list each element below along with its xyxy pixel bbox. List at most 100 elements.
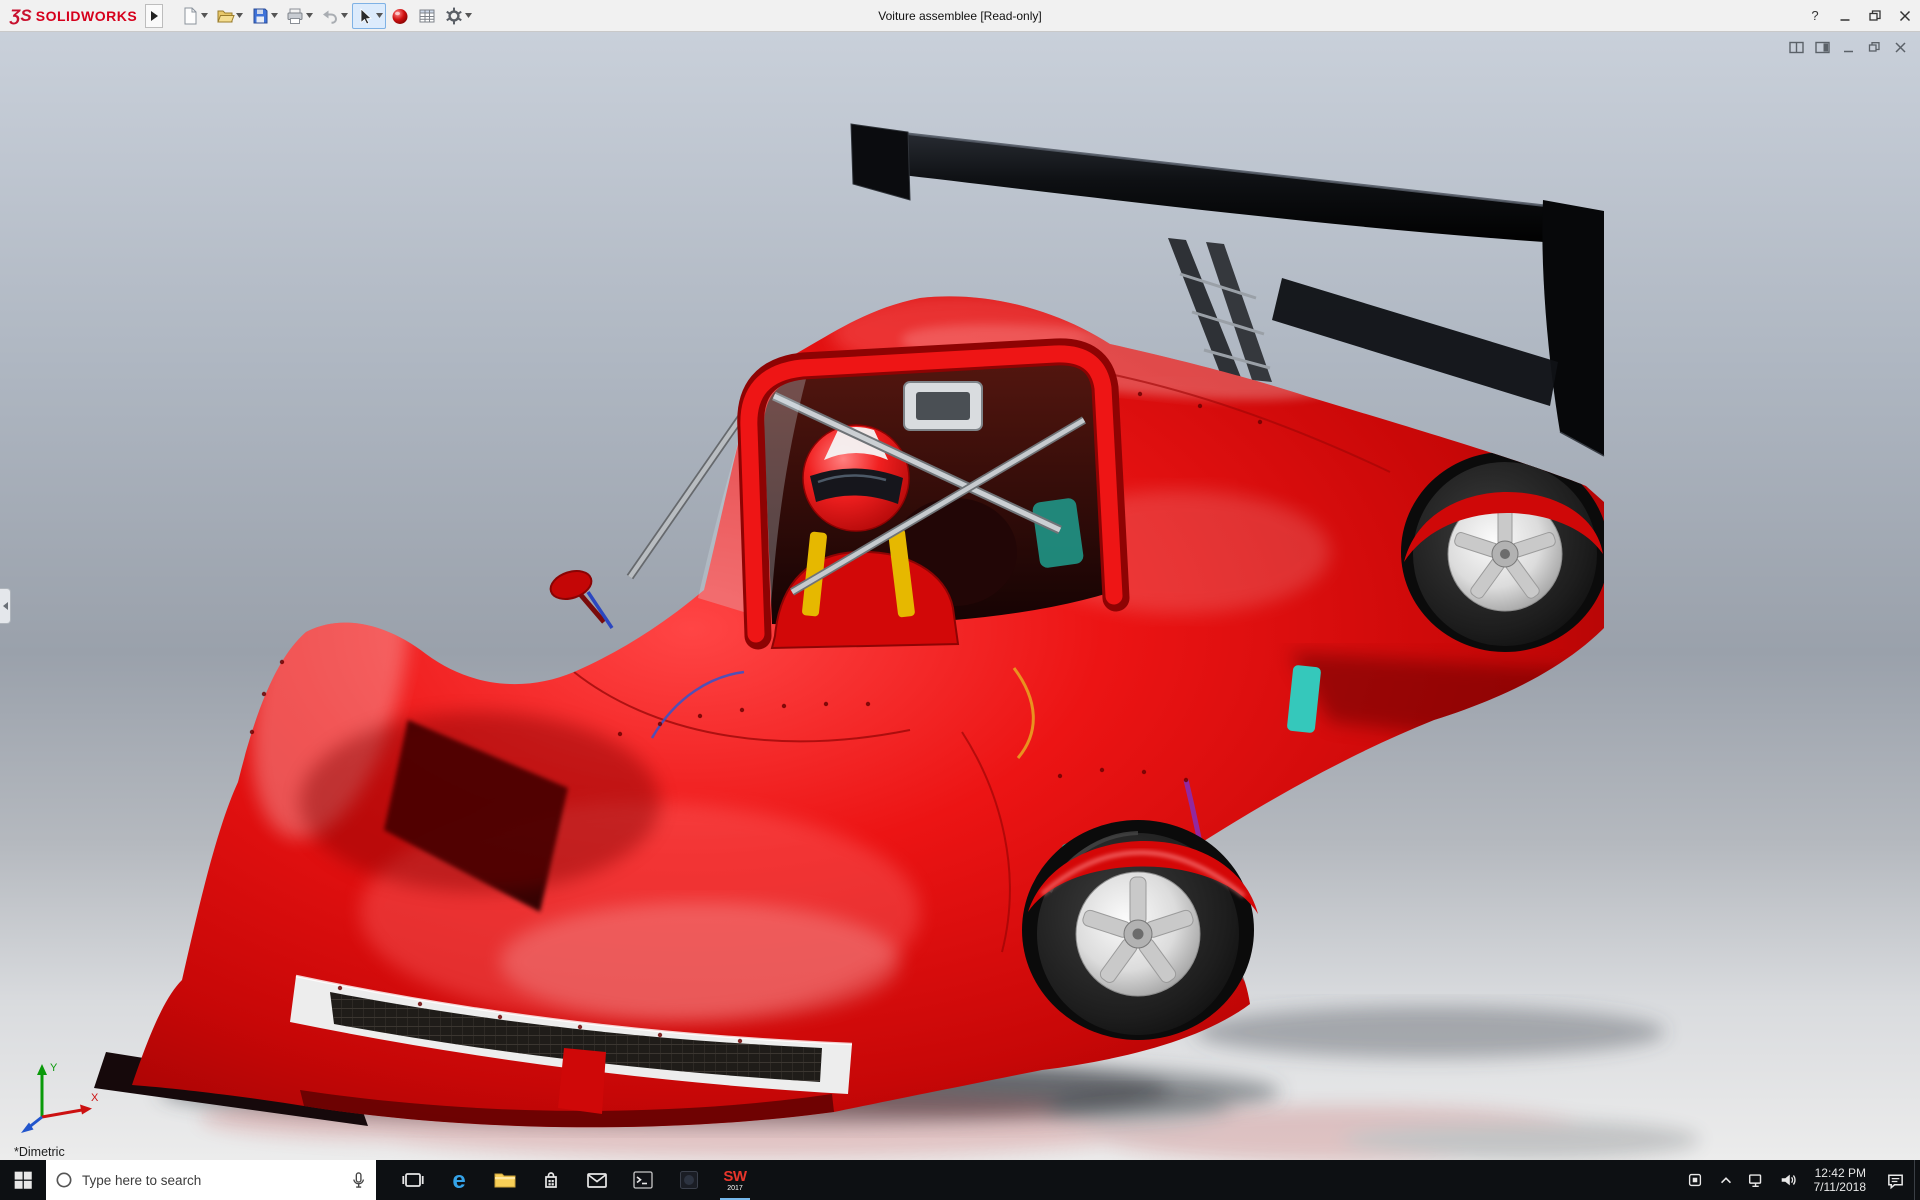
cortana-icon: [56, 1172, 72, 1188]
microphone-icon[interactable]: [348, 1170, 368, 1190]
dropdown-caret-icon: [376, 13, 384, 18]
new-document-button[interactable]: [177, 3, 211, 29]
window-controls: ?: [1800, 0, 1920, 31]
volume-button[interactable]: [1772, 1160, 1804, 1200]
menu-expand-arrow[interactable]: [145, 3, 164, 28]
dropdown-caret-icon: [341, 13, 349, 18]
dropdown-caret-icon: [465, 13, 473, 18]
viewport-pane-button[interactable]: [1812, 38, 1832, 56]
ds-logo-mark: ƷS: [10, 5, 32, 25]
viewport-split-button[interactable]: [1786, 38, 1806, 56]
speaker-icon: [1781, 1174, 1796, 1186]
solidworks-app-icon: SW 2017: [723, 1167, 747, 1192]
network-icon: [1748, 1174, 1761, 1188]
open-folder-icon: [217, 10, 235, 22]
chevron-left-icon: [2, 602, 8, 610]
split-pane-icon: [1788, 41, 1804, 53]
taskbar-clock[interactable]: 12:42 PM 7/11/2018: [1804, 1160, 1877, 1200]
dropdown-caret-icon: [236, 13, 244, 18]
action-center-button[interactable]: [1876, 1160, 1914, 1200]
windows-logo-icon: [14, 1171, 32, 1189]
printer-icon: [287, 8, 303, 24]
dark-app-button[interactable]: [666, 1160, 712, 1200]
taskbar-spacer: [376, 1160, 390, 1200]
child-restore-button[interactable]: [1864, 38, 1884, 56]
mail-button[interactable]: [574, 1160, 620, 1200]
3d-model-viewport[interactable]: [0, 32, 1920, 1160]
mail-envelope-icon: [587, 1173, 607, 1188]
undo-arrow-icon: [323, 10, 338, 24]
help-button[interactable]: ?: [1800, 0, 1830, 31]
close-icon: [1894, 41, 1906, 53]
maximize-button[interactable]: [1860, 0, 1890, 31]
triad-y-label: Y: [50, 1062, 58, 1074]
taskbar-search[interactable]: [46, 1160, 376, 1200]
screen: ƷS SOLIDWORKS Voiture assemblee [Read-on…: [0, 0, 1920, 1200]
file-explorer-button[interactable]: [482, 1160, 528, 1200]
command-prompt-icon: [633, 1171, 653, 1189]
undo-button[interactable]: [317, 3, 351, 29]
restore-icon: [1869, 9, 1881, 21]
hidden-icons-button[interactable]: [1712, 1160, 1740, 1200]
dark-app-icon: [680, 1171, 698, 1189]
task-view-icon: [402, 1173, 424, 1187]
search-input[interactable]: [82, 1172, 340, 1188]
solidworks-app-button[interactable]: SW 2017: [712, 1160, 758, 1200]
clock-time: 12:42 PM: [1814, 1166, 1866, 1180]
svg-text:e: e: [452, 1167, 465, 1193]
dropdown-caret-icon: [271, 13, 279, 18]
reference-triad: Y X: [21, 1062, 99, 1133]
solidworks-logo: ƷS SOLIDWORKS: [0, 6, 145, 26]
minimize-button[interactable]: [1830, 0, 1860, 31]
save-floppy-icon: [253, 8, 268, 23]
graphics-area: Y X *Dimetric: [0, 32, 1920, 1160]
dropdown-caret-icon: [306, 13, 314, 18]
file-explorer-icon: [494, 1173, 516, 1188]
pane-icon: [1814, 41, 1830, 53]
select-cursor-icon: [360, 7, 373, 25]
edge-icon: e: [452, 1167, 465, 1193]
solidworks-logo-text: SOLIDWORKS: [35, 7, 138, 24]
system-tray: 12:42 PM 7/11/2018: [1678, 1160, 1920, 1200]
dropdown-caret-icon: [201, 13, 209, 18]
action-center-icon: [1887, 1174, 1903, 1189]
chevron-up-icon: [1720, 1177, 1731, 1184]
minimize-icon: [1840, 18, 1850, 21]
standard-toolbar: [177, 2, 475, 29]
design-table-button[interactable]: [414, 3, 440, 29]
window-title: Voiture assemblee [Read-only]: [878, 8, 1042, 23]
store-bag-icon: [545, 1172, 557, 1188]
start-button[interactable]: [0, 1160, 46, 1200]
network-button[interactable]: [1740, 1160, 1772, 1200]
triad-x-label: X: [91, 1092, 99, 1104]
store-button[interactable]: [528, 1160, 574, 1200]
options-button[interactable]: [441, 3, 475, 29]
child-minimize-button[interactable]: [1838, 38, 1858, 56]
minimize-icon: [1843, 50, 1853, 52]
task-view-button[interactable]: [390, 1160, 436, 1200]
save-button[interactable]: [247, 3, 281, 29]
tray-app-icon: [1688, 1173, 1701, 1187]
titlebar: ƷS SOLIDWORKS Voiture assemblee [Read-on…: [0, 0, 1920, 32]
edit-appearance-button[interactable]: [387, 3, 413, 29]
featuremanager-flyout-tab[interactable]: [0, 588, 11, 624]
select-tool-button[interactable]: [352, 2, 387, 29]
new-document-icon: [184, 7, 197, 24]
view-orientation-label: *Dimetric: [14, 1145, 65, 1159]
design-table-icon: [419, 9, 435, 22]
command-prompt-button[interactable]: [620, 1160, 666, 1200]
show-desktop-button[interactable]: [1914, 1160, 1920, 1200]
open-button[interactable]: [212, 3, 246, 29]
play-arrow-icon: [151, 10, 159, 21]
tray-app-button[interactable]: [1678, 1160, 1712, 1200]
appearance-sphere-icon: [392, 8, 408, 24]
child-close-button[interactable]: [1890, 38, 1910, 56]
options-gear-icon: [446, 7, 462, 24]
close-button[interactable]: [1890, 0, 1920, 31]
print-button[interactable]: [282, 3, 316, 29]
close-icon: [1899, 10, 1911, 21]
taskbar: e: [0, 1160, 1920, 1200]
clock-date: 7/11/2018: [1813, 1180, 1867, 1194]
edge-browser-button[interactable]: e: [436, 1160, 482, 1200]
child-window-controls: [1786, 38, 1910, 56]
